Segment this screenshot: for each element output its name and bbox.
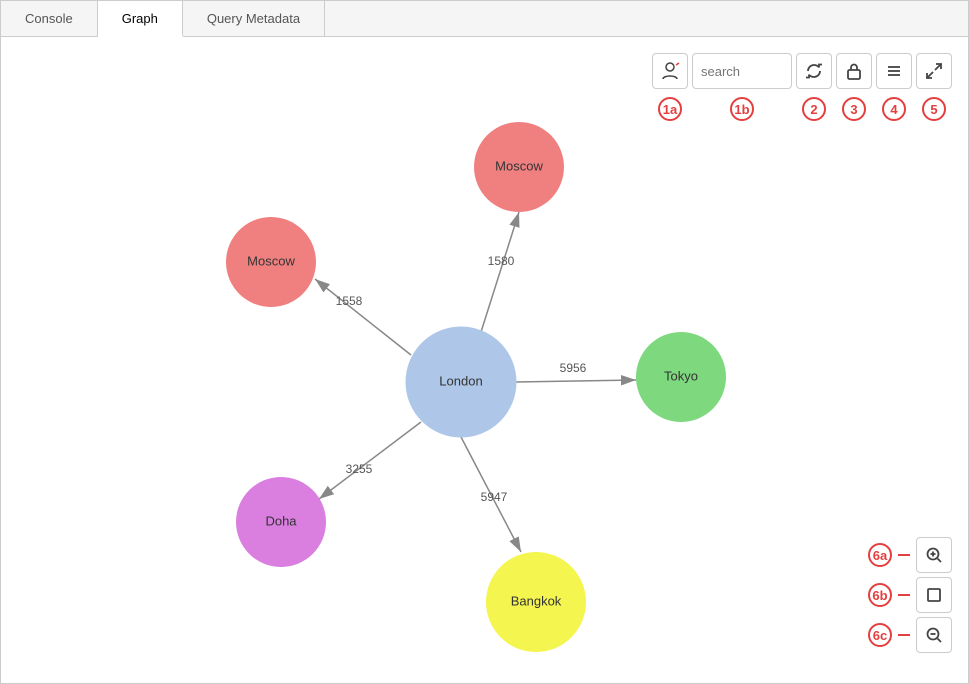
zoom-out-button[interactable] bbox=[916, 617, 952, 653]
annotation-6c: 6c bbox=[868, 623, 892, 647]
tab-graph[interactable]: Graph bbox=[98, 1, 183, 37]
zoom-controls: 6a 6b bbox=[868, 537, 952, 653]
node-tokyo[interactable] bbox=[636, 332, 726, 422]
graph-area: 1580 1558 5956 3255 5947 London Moscow M… bbox=[1, 37, 968, 683]
annotation-1b: 1b bbox=[730, 97, 754, 121]
annotation-5: 5 bbox=[922, 97, 946, 121]
tab-console[interactable]: Console bbox=[1, 1, 98, 36]
annotation-6a: 6a bbox=[868, 543, 892, 567]
app-container: Console Graph Query Metadata 1580 1558 bbox=[0, 0, 969, 684]
edge-label-london-doha: 3255 bbox=[346, 462, 373, 476]
lock-button[interactable] bbox=[836, 53, 872, 89]
node-moscow-top[interactable] bbox=[474, 122, 564, 212]
node-doha[interactable] bbox=[236, 477, 326, 567]
tab-query-metadata[interactable]: Query Metadata bbox=[183, 1, 325, 36]
toolbar: 1a 1b 2 bbox=[652, 53, 952, 89]
edge-label-london-bangkok: 5947 bbox=[481, 490, 508, 504]
search-input[interactable] bbox=[692, 53, 792, 89]
node-london[interactable] bbox=[406, 327, 516, 437]
node-moscow-left[interactable] bbox=[226, 217, 316, 307]
zoom-in-button[interactable] bbox=[916, 537, 952, 573]
graph-svg: 1580 1558 5956 3255 5947 London Moscow M… bbox=[1, 37, 968, 683]
edge-label-london-moscow1: 1580 bbox=[488, 254, 515, 268]
edge-label-london-moscow2: 1558 bbox=[336, 294, 363, 308]
annotation-3: 3 bbox=[842, 97, 866, 121]
person-icon-button[interactable] bbox=[652, 53, 688, 89]
refresh-button[interactable] bbox=[796, 53, 832, 89]
annotation-6b: 6b bbox=[868, 583, 892, 607]
annotation-2: 2 bbox=[802, 97, 826, 121]
zoom-fit-button[interactable] bbox=[916, 577, 952, 613]
tab-bar: Console Graph Query Metadata bbox=[1, 1, 968, 37]
edge-label-london-tokyo: 5956 bbox=[560, 361, 587, 375]
annotation-1a: 1a bbox=[658, 97, 682, 121]
expand-button[interactable] bbox=[916, 53, 952, 89]
annotation-4: 4 bbox=[882, 97, 906, 121]
list-button[interactable] bbox=[876, 53, 912, 89]
node-bangkok[interactable] bbox=[486, 552, 586, 652]
